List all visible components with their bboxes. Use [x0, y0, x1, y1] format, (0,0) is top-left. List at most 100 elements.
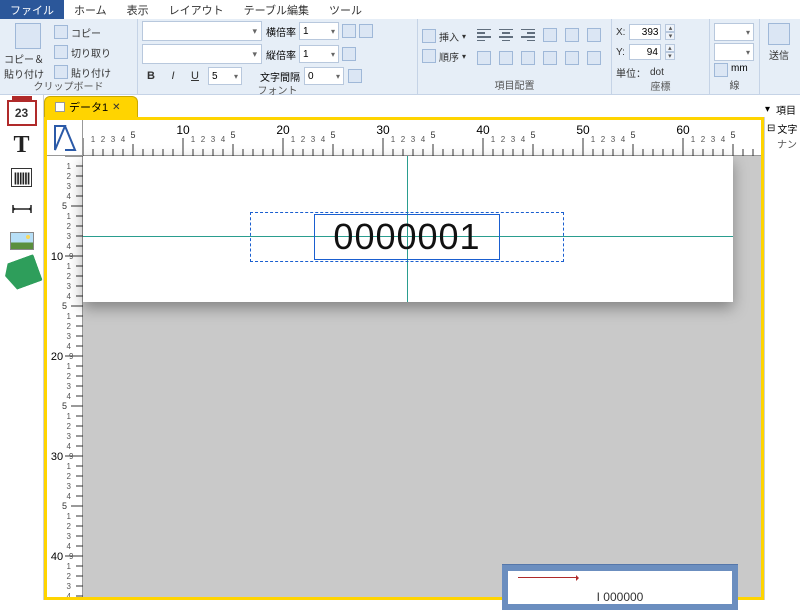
zoom-v-combo[interactable]: 1▾: [299, 45, 339, 63]
underline-button[interactable]: U: [186, 67, 204, 85]
y-label: Y:: [616, 47, 625, 58]
ruler-origin[interactable]: [47, 120, 83, 156]
line-icon[interactable]: [714, 63, 728, 77]
paste-small-button[interactable]: 貼り付け: [54, 63, 111, 81]
ribbon: コピー＆貼り付け コピー 切り取り 貼り付け クリップボード ▾ 横倍率1▾ ▾…: [0, 19, 800, 95]
svg-text:1: 1: [91, 135, 96, 144]
dist-h-button[interactable]: [540, 48, 560, 68]
x-input[interactable]: [629, 24, 661, 40]
svg-text:4: 4: [421, 135, 426, 144]
mm-label: mm: [731, 63, 748, 77]
orient-v-icon[interactable]: [342, 24, 356, 38]
dist-3-button[interactable]: [584, 48, 604, 68]
items-panel: ⊟文字 ナン: [764, 117, 800, 600]
svg-text:5: 5: [430, 130, 435, 140]
tree-node-child[interactable]: ナン: [767, 136, 798, 151]
align-left-button[interactable]: [474, 25, 494, 45]
y-spinner[interactable]: ▴▾: [665, 44, 675, 60]
y-input[interactable]: [629, 44, 661, 60]
svg-text:1: 1: [67, 512, 72, 521]
orient-h-icon[interactable]: [359, 24, 373, 38]
document-tab[interactable]: データ1 ✕: [44, 96, 138, 117]
svg-text:30: 30: [51, 451, 63, 463]
font-family-combo[interactable]: ▾: [142, 21, 262, 41]
bold-button[interactable]: B: [142, 67, 160, 85]
tabbar-menu-button[interactable]: ▾: [761, 104, 774, 115]
x-spinner[interactable]: ▴▾: [665, 24, 675, 40]
horizontal-ruler[interactable]: 1234510123452012345301234540123455012345…: [83, 120, 761, 156]
svg-text:2: 2: [67, 372, 72, 381]
font-style-combo[interactable]: ▾: [142, 44, 262, 64]
preview-card[interactable]: I 000000: [508, 571, 732, 604]
svg-text:10: 10: [51, 251, 63, 263]
svg-text:1: 1: [291, 135, 296, 144]
paste-button[interactable]: コピー＆貼り付け: [4, 21, 52, 81]
svg-text:4: 4: [121, 135, 126, 144]
svg-text:3: 3: [411, 135, 416, 144]
font-extra-icon[interactable]: [348, 69, 362, 83]
pin-button[interactable]: [496, 48, 516, 68]
svg-text:1: 1: [391, 135, 396, 144]
svg-text:2: 2: [701, 135, 706, 144]
svg-text:2: 2: [501, 135, 506, 144]
svg-text:4: 4: [67, 192, 72, 201]
text-dir-icon[interactable]: [342, 47, 356, 61]
text-tool[interactable]: T: [5, 131, 39, 159]
svg-text:9: 9: [69, 352, 74, 361]
align-right-button[interactable]: [518, 25, 538, 45]
copy-button[interactable]: コピー: [54, 23, 111, 41]
svg-text:4: 4: [67, 342, 72, 351]
barcode-tool[interactable]: ||||||: [5, 163, 39, 191]
svg-text:1: 1: [191, 135, 196, 144]
spacing-combo[interactable]: 0▾: [304, 67, 344, 85]
svg-text:4: 4: [721, 135, 726, 144]
dimension-tool[interactable]: [5, 195, 39, 223]
document-tab-bar: データ1 ✕ ▾ 項目: [44, 95, 800, 117]
insert-button[interactable]: 挿入▾: [422, 27, 466, 45]
close-tab-button[interactable]: ✕: [112, 102, 120, 113]
line-width-combo[interactable]: ▾: [714, 23, 754, 41]
tag-tool[interactable]: [1, 254, 43, 292]
send-button[interactable]: 送信: [764, 21, 794, 62]
svg-text:3: 3: [67, 582, 72, 591]
menu-table[interactable]: テーブル編集: [234, 0, 319, 19]
svg-text:3: 3: [211, 135, 216, 144]
text-object[interactable]: 0000001: [250, 212, 564, 262]
menu-tools[interactable]: ツール: [319, 0, 372, 19]
svg-text:3: 3: [67, 532, 72, 541]
barcode-icon: ||||||: [11, 168, 33, 187]
svg-text:3: 3: [611, 135, 616, 144]
align-obj1-button[interactable]: [562, 25, 582, 45]
font-size-combo[interactable]: 5▾: [208, 67, 242, 85]
cut-button[interactable]: 切り取り: [54, 43, 111, 61]
align-center-button[interactable]: [496, 25, 516, 45]
canvas-area[interactable]: 1234510123452012345301234540123455012345…: [44, 117, 764, 600]
svg-text:4: 4: [67, 442, 72, 451]
svg-text:1: 1: [67, 562, 72, 571]
group-button[interactable]: [518, 48, 538, 68]
menu-home[interactable]: ホーム: [64, 0, 117, 19]
lock-button[interactable]: [474, 48, 494, 68]
zoom-h-combo[interactable]: 1▾: [299, 22, 339, 40]
tree-node-text[interactable]: ⊟文字: [767, 121, 798, 136]
menu-file[interactable]: ファイル: [0, 0, 64, 19]
label-page[interactable]: 0000001: [83, 156, 733, 302]
arrange-group-label: 項目配置: [422, 80, 607, 94]
line-style-combo[interactable]: ▾: [714, 43, 754, 61]
image-tool[interactable]: [5, 227, 39, 255]
italic-button[interactable]: I: [164, 67, 182, 85]
svg-text:30: 30: [376, 123, 390, 137]
menu-layout[interactable]: レイアウト: [159, 0, 234, 19]
svg-text:4: 4: [67, 292, 72, 301]
menu-view[interactable]: 表示: [117, 0, 159, 19]
svg-text:2: 2: [67, 172, 72, 181]
vertical-ruler[interactable]: 1234512341091234512342091234512343091234…: [47, 156, 83, 597]
date-tool[interactable]: 23: [5, 99, 39, 127]
svg-text:9: 9: [69, 552, 74, 561]
align-top-button[interactable]: [540, 25, 560, 45]
align-obj2-button[interactable]: [584, 25, 604, 45]
svg-text:40: 40: [476, 123, 490, 137]
rpanel-header: 項目: [776, 102, 796, 117]
dist-v-button[interactable]: [562, 48, 582, 68]
order-button[interactable]: 順序▾: [422, 47, 466, 65]
